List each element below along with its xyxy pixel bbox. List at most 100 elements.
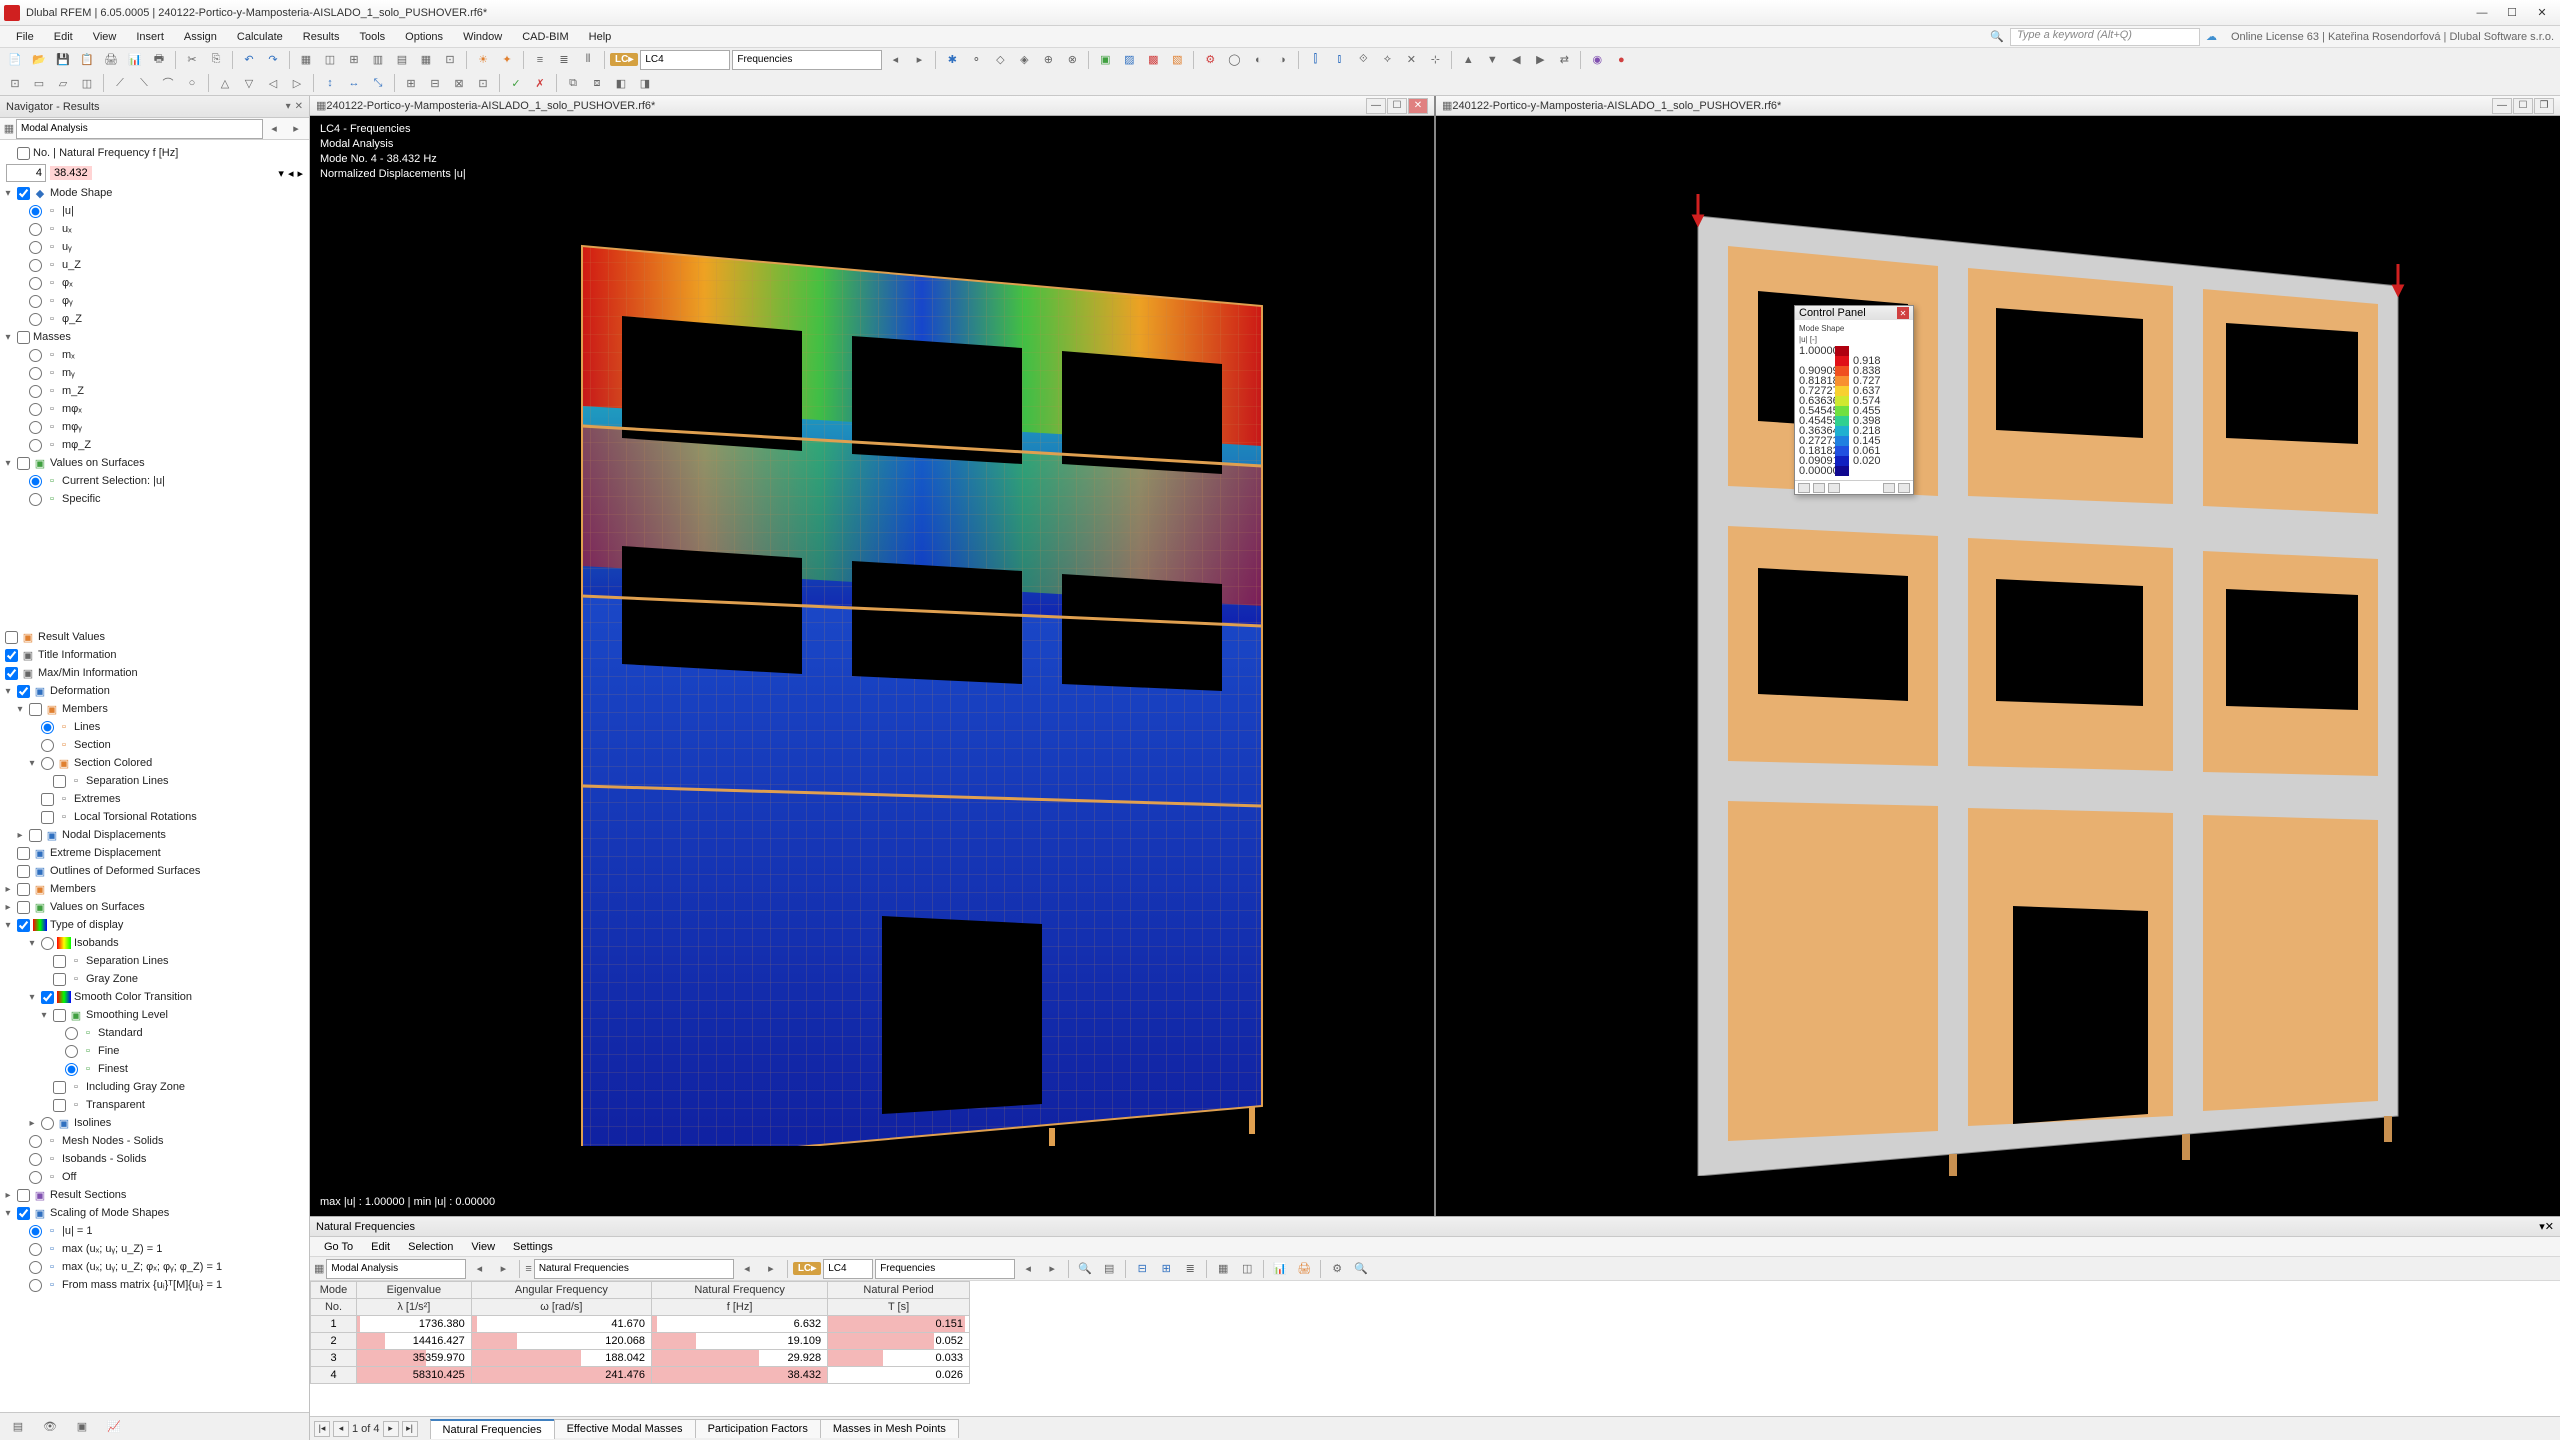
rad-phix[interactable] bbox=[29, 277, 42, 290]
chk-sep[interactable] bbox=[53, 775, 66, 788]
node-section[interactable]: ▫Section bbox=[2, 736, 307, 754]
nav-close-icon[interactable]: ✕ bbox=[295, 101, 303, 112]
node-sep-lines[interactable]: ▫Separation Lines bbox=[2, 772, 307, 790]
chk-mode-shape[interactable] bbox=[17, 187, 30, 200]
chk-m2[interactable] bbox=[17, 883, 30, 896]
node-phix[interactable]: ▫φₓ bbox=[2, 274, 307, 292]
menu-window[interactable]: Window bbox=[453, 28, 512, 46]
bm-goto[interactable]: Go To bbox=[316, 1239, 361, 1255]
nav-btn1[interactable]: ◂ bbox=[263, 119, 285, 139]
viewport-left-canvas[interactable]: LC4 - Frequencies Modal Analysis Mode No… bbox=[310, 116, 1434, 1216]
menu-file[interactable]: File bbox=[6, 28, 44, 46]
rad-mz[interactable] bbox=[29, 385, 42, 398]
menu-cadbim[interactable]: CAD-BIM bbox=[512, 28, 578, 46]
report-button[interactable]: 📊 bbox=[124, 50, 146, 70]
rad-fine[interactable] bbox=[65, 1045, 78, 1058]
node-specific[interactable]: ▫Specific bbox=[2, 490, 307, 508]
bt-combo1[interactable]: Modal Analysis bbox=[326, 1259, 466, 1279]
node-mx[interactable]: ▫mₓ bbox=[2, 346, 307, 364]
close-button[interactable]: ✕ bbox=[2528, 4, 2556, 22]
node-phiz[interactable]: ▫φ_Z bbox=[2, 310, 307, 328]
bm-edit[interactable]: Edit bbox=[363, 1239, 398, 1255]
menu-options[interactable]: Options bbox=[395, 28, 453, 46]
bt-next2[interactable]: ▸ bbox=[760, 1259, 782, 1279]
rad-smu[interactable] bbox=[29, 1243, 42, 1256]
view6-button[interactable]: ▦ bbox=[415, 50, 437, 70]
node-members[interactable]: ▾▣Members bbox=[2, 700, 307, 718]
bt-prev3[interactable]: ◂ bbox=[1017, 1259, 1039, 1279]
node-mphiz[interactable]: ▫mφ_Z bbox=[2, 436, 307, 454]
filter1-button[interactable]: ✱ bbox=[941, 50, 963, 70]
table-row[interactable]: 335359.970188.04229.9280.033 bbox=[311, 1350, 970, 1367]
node-phiy[interactable]: ▫φᵧ bbox=[2, 292, 307, 310]
chk-sml[interactable] bbox=[53, 1009, 66, 1022]
saveall-button[interactable]: 📋 bbox=[76, 50, 98, 70]
b24[interactable]: ◧ bbox=[610, 73, 632, 93]
chk-lt[interactable] bbox=[41, 811, 54, 824]
j3-button[interactable]: ◀ bbox=[1505, 50, 1527, 70]
i3-button[interactable]: ⟐ bbox=[1352, 50, 1374, 70]
node-isolines[interactable]: ▸▣Isolines bbox=[2, 1114, 307, 1132]
b9[interactable]: △ bbox=[214, 73, 236, 93]
menu-edit[interactable]: Edit bbox=[44, 28, 83, 46]
cp-btn5[interactable] bbox=[1898, 483, 1910, 493]
j2-button[interactable]: ▼ bbox=[1481, 50, 1503, 70]
menu-view[interactable]: View bbox=[83, 28, 127, 46]
b1[interactable]: ⊡ bbox=[4, 73, 26, 93]
k1-button[interactable]: ◉ bbox=[1586, 50, 1608, 70]
node-fine[interactable]: ▫Fine bbox=[2, 1042, 307, 1060]
chk-ed[interactable] bbox=[17, 847, 30, 860]
node-mode-shape[interactable]: ▾◆Mode Shape bbox=[2, 184, 307, 202]
chk-sl2[interactable] bbox=[53, 955, 66, 968]
node-mz[interactable]: ▫m_Z bbox=[2, 382, 307, 400]
vp-min[interactable]: ― bbox=[1366, 98, 1386, 114]
b12[interactable]: ▷ bbox=[286, 73, 308, 93]
node-lines[interactable]: ▫Lines bbox=[2, 718, 307, 736]
chk-vs2[interactable] bbox=[17, 901, 30, 914]
node-type-display[interactable]: ▾Type of display bbox=[2, 916, 307, 934]
pin-icon[interactable]: ▾ bbox=[286, 101, 291, 112]
node-mphiy[interactable]: ▫mφᵧ bbox=[2, 418, 307, 436]
rad-my[interactable] bbox=[29, 367, 42, 380]
node-extreme-disp[interactable]: ▣Extreme Displacement bbox=[2, 844, 307, 862]
bt-b10[interactable]: ⚙ bbox=[1326, 1259, 1348, 1279]
print-button[interactable]: 🖨 bbox=[100, 50, 122, 70]
node-values-surf2[interactable]: ▸▣Values on Surfaces bbox=[2, 898, 307, 916]
rad-su1[interactable] bbox=[29, 1225, 42, 1238]
cp-btn4[interactable] bbox=[1883, 483, 1895, 493]
rad-std[interactable] bbox=[65, 1027, 78, 1040]
node-smooth-trans[interactable]: ▾Smooth Color Transition bbox=[2, 988, 307, 1006]
node-uy[interactable]: ▫uᵧ bbox=[2, 238, 307, 256]
navigator-tree[interactable]: No. | Natural Frequency f [Hz] 38.432 ▾ … bbox=[0, 140, 309, 1412]
bt-b5[interactable]: ≣ bbox=[1179, 1259, 1201, 1279]
viewport-right-canvas[interactable] bbox=[1436, 116, 2560, 1216]
b22[interactable]: ⧉ bbox=[562, 73, 584, 93]
b2[interactable]: ▭ bbox=[28, 73, 50, 93]
b3[interactable]: ▱ bbox=[52, 73, 74, 93]
table-row[interactable]: 214416.427120.06819.1090.052 bbox=[311, 1333, 970, 1350]
cp-btn2[interactable] bbox=[1813, 483, 1825, 493]
node-sep-lines2[interactable]: ▫Separation Lines bbox=[2, 952, 307, 970]
chk-td[interactable] bbox=[17, 919, 30, 932]
chk-od[interactable] bbox=[17, 865, 30, 878]
rad-mx[interactable] bbox=[29, 349, 42, 362]
bm-sel[interactable]: Selection bbox=[400, 1239, 461, 1255]
loadcase-combo[interactable]: LC4 bbox=[640, 50, 730, 70]
view7-button[interactable]: ⊡ bbox=[439, 50, 461, 70]
rad-smm[interactable] bbox=[29, 1279, 42, 1292]
bt-b7[interactable]: ◫ bbox=[1236, 1259, 1258, 1279]
rad-sma[interactable] bbox=[29, 1261, 42, 1274]
filter2-button[interactable]: ⚬ bbox=[965, 50, 987, 70]
nav-bot2[interactable]: 👁 bbox=[38, 1417, 62, 1437]
new-button[interactable]: 📄 bbox=[4, 50, 26, 70]
b5[interactable]: ⟋ bbox=[109, 73, 131, 93]
bt-next3[interactable]: ▸ bbox=[1041, 1259, 1063, 1279]
tab-masses-mesh[interactable]: Masses in Mesh Points bbox=[820, 1419, 959, 1438]
rad-uz[interactable] bbox=[29, 259, 42, 272]
g3-button[interactable]: ▩ bbox=[1142, 50, 1164, 70]
next-lc-button[interactable]: ▸ bbox=[908, 50, 930, 70]
chk-rs[interactable] bbox=[17, 1189, 30, 1202]
pg-next[interactable]: ▸ bbox=[383, 1421, 399, 1437]
h3-button[interactable]: ◑ bbox=[1271, 50, 1293, 70]
rad-is[interactable] bbox=[29, 1153, 42, 1166]
